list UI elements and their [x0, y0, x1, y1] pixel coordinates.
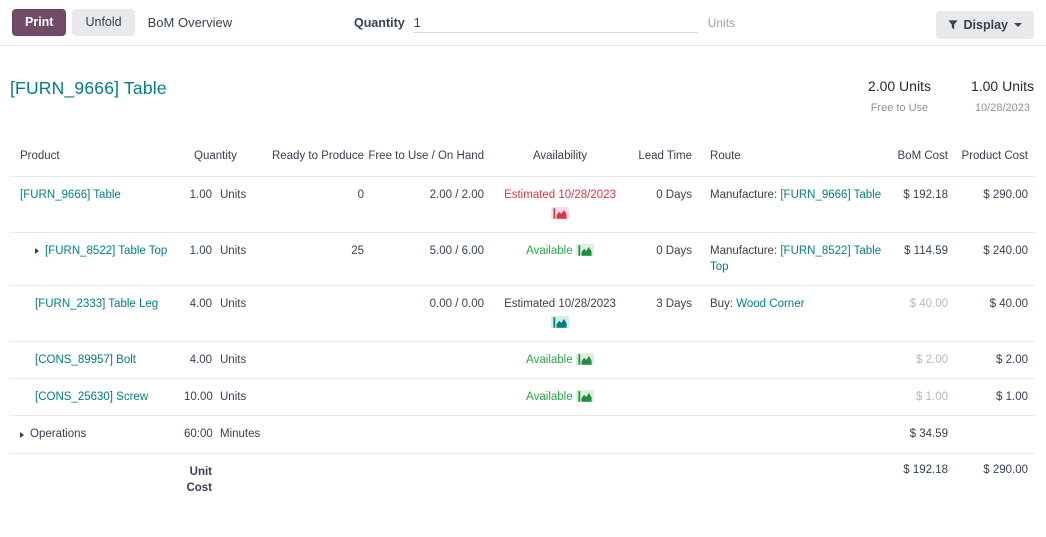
- uom-label: Units: [214, 286, 266, 342]
- unit-cost-row: Unit Cost $ 192.18 $ 290.00: [10, 453, 1036, 507]
- operations-toggle[interactable]: Operations: [20, 428, 86, 440]
- availability-status: Available: [526, 391, 572, 403]
- bom-row-furn2333: [FURN_2333] Table Leg 4.00 Units 0.00 / …: [10, 286, 1036, 342]
- column-header-lead-time: Lead Time: [634, 144, 694, 176]
- product-cost-value: $ 240.00: [958, 232, 1036, 285]
- area-chart-icon[interactable]: [576, 353, 594, 365]
- quantity-value: 60:00: [182, 416, 214, 453]
- column-header-free-on-hand: Free to Use / On Hand: [366, 144, 486, 176]
- bom-cost-value: $ 34.59: [884, 416, 958, 453]
- quantity-group: Quantity Units: [354, 0, 735, 46]
- route-link[interactable]: Wood Corner: [736, 298, 804, 310]
- availability-status: Estimated 10/28/2023: [488, 187, 632, 203]
- total-bom-cost: $ 192.18: [884, 453, 958, 507]
- area-chart-icon[interactable]: [576, 244, 594, 256]
- column-header-availability: Availability: [486, 144, 634, 176]
- uom-label: Units: [214, 379, 266, 416]
- ready-to-produce-value: [266, 286, 366, 342]
- product-cost-value: $ 40.00: [958, 286, 1036, 342]
- column-header-route: Route: [694, 144, 884, 176]
- free-on-hand-value: 2.00 / 2.00: [366, 176, 486, 232]
- route-link[interactable]: [FURN_9666] Table: [780, 189, 881, 201]
- bom-row-cons89957: [CONS_89957] Bolt 4.00 Units Available $…: [10, 342, 1036, 379]
- uom-label: Units: [214, 176, 266, 232]
- product-link[interactable]: [FURN_9666] Table: [20, 189, 121, 201]
- bom-cost-value: $ 114.59: [884, 232, 958, 285]
- bom-table: Product Quantity Ready to Produce Free t…: [10, 144, 1036, 507]
- quantity-value: 1.00: [182, 232, 214, 285]
- print-button[interactable]: Print: [12, 9, 66, 37]
- page-breadcrumb-title: BoM Overview: [148, 15, 233, 30]
- quantity-input[interactable]: [413, 14, 698, 33]
- bom-cost-value: $ 1.00: [884, 379, 958, 416]
- free-on-hand-value: 0.00 / 0.00: [366, 286, 486, 342]
- uom-label: Minutes: [214, 416, 266, 453]
- display-button-label: Display: [964, 18, 1008, 32]
- product-link[interactable]: [FURN_8522] Table Top: [45, 245, 167, 257]
- table-header-row: Product Quantity Ready to Produce Free t…: [10, 144, 1036, 176]
- unfold-button[interactable]: Unfold: [72, 9, 134, 37]
- lead-time-value: 0 Days: [634, 176, 694, 232]
- route-prefix: Buy:: [710, 298, 733, 310]
- product-cost-value: $ 1.00: [958, 379, 1036, 416]
- page-title: [FURN_9666] Table: [10, 78, 167, 99]
- product-cost-value: $ 2.00: [958, 342, 1036, 379]
- stat-caption: Free to Use: [868, 102, 931, 114]
- bom-cost-value: $ 40.00: [884, 286, 958, 342]
- toolbar: Print Unfold BoM Overview Quantity Units…: [0, 0, 1046, 46]
- product-link[interactable]: [CONS_89957] Bolt: [35, 354, 136, 366]
- product-link[interactable]: [FURN_2333] Table Leg: [35, 298, 158, 310]
- stat-availability-date: 1.00 Units 10/28/2023: [971, 78, 1034, 114]
- column-header-bom-cost: BoM Cost: [884, 144, 958, 176]
- bom-row-furn9666: [FURN_9666] Table 1.00 Units 0 2.00 / 2.…: [10, 176, 1036, 232]
- operations-label: Operations: [30, 428, 86, 440]
- caret-down-icon: [1014, 23, 1022, 27]
- total-product-cost: $ 290.00: [958, 453, 1036, 507]
- lead-time-value: 0 Days: [634, 232, 694, 285]
- bom-cost-value: $ 2.00: [884, 342, 958, 379]
- product-cost-value: $ 290.00: [958, 176, 1036, 232]
- ready-to-produce-value: 25: [266, 232, 366, 285]
- availability-status: Available: [526, 245, 572, 257]
- area-chart-icon[interactable]: [576, 390, 594, 402]
- column-header-product-cost: Product Cost: [958, 144, 1036, 176]
- header-stats: 2.00 Units Free to Use 1.00 Units 10/28/…: [868, 78, 1034, 114]
- column-header-quantity: Quantity: [182, 144, 266, 176]
- bom-row-operations: Operations 60:00 Minutes $ 34.59: [10, 416, 1036, 453]
- stat-free-to-use: 2.00 Units Free to Use: [868, 78, 931, 114]
- uom-label: Units: [214, 342, 266, 379]
- column-header-product: Product: [10, 144, 182, 176]
- route-prefix: Manufacture:: [710, 245, 777, 257]
- stat-caption: 10/28/2023: [971, 102, 1034, 114]
- funnel-icon: [948, 20, 958, 30]
- area-chart-icon[interactable]: [551, 316, 569, 328]
- product-link[interactable]: [CONS_25630] Screw: [35, 391, 148, 403]
- route-prefix: Manufacture:: [710, 189, 777, 201]
- uom-label: Units: [214, 232, 266, 285]
- free-on-hand-value: 5.00 / 6.00: [366, 232, 486, 285]
- lead-time-value: 3 Days: [634, 286, 694, 342]
- quantity-value: 4.00: [182, 342, 214, 379]
- stat-value: 2.00 Units: [868, 78, 931, 94]
- column-header-ready-to-produce: Ready to Produce: [266, 144, 366, 176]
- quantity-value: 4.00: [182, 286, 214, 342]
- area-chart-icon[interactable]: [551, 207, 569, 219]
- caret-right-icon[interactable]: [20, 432, 24, 438]
- quantity-value: 10.00: [182, 379, 214, 416]
- bom-overview-report: [FURN_9666] Table 2.00 Units Free to Use…: [0, 78, 1046, 507]
- bom-row-cons25630: [CONS_25630] Screw 10.00 Units Available…: [10, 379, 1036, 416]
- bom-cost-value: $ 192.18: [884, 176, 958, 232]
- availability-status: Estimated 10/28/2023: [488, 296, 632, 312]
- bom-row-furn8522: [FURN_8522] Table Top 1.00 Units 25 5.00…: [10, 232, 1036, 285]
- availability-status: Available: [526, 354, 572, 366]
- display-dropdown-button[interactable]: Display: [936, 11, 1034, 39]
- unit-cost-label: Unit Cost: [182, 464, 212, 497]
- quantity-value: 1.00: [182, 176, 214, 232]
- stat-value: 1.00 Units: [971, 78, 1034, 94]
- quantity-unit-label: Units: [708, 16, 735, 30]
- quantity-label: Quantity: [354, 16, 405, 30]
- caret-right-icon[interactable]: [35, 248, 39, 254]
- ready-to-produce-value: 0: [266, 176, 366, 232]
